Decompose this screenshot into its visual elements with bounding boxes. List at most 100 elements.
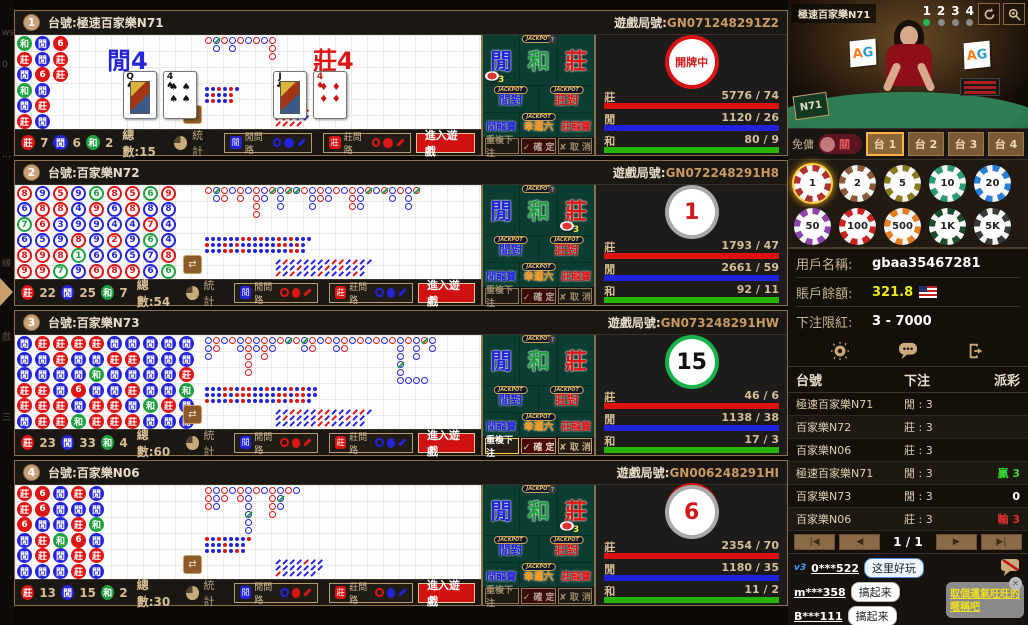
bet-lucky-six-cell[interactable]: JACKPOT幸運六 [519, 413, 556, 437]
enter-game-button[interactable]: 進入遊戲 [418, 583, 475, 603]
ask-road-banker-button[interactable]: 莊莊問路 [329, 283, 413, 303]
repeat-bet-button[interactable]: 重複下注 [485, 438, 519, 454]
chip-10[interactable]: 10 [929, 165, 966, 202]
chip-5[interactable]: 5 [884, 165, 921, 202]
stats-label[interactable]: 統計 [204, 277, 224, 309]
bet-player-cell[interactable]: 閒 [483, 335, 519, 385]
road-flip-button[interactable]: ⇄ [183, 405, 202, 424]
us-flag-icon[interactable] [919, 286, 937, 298]
first-page-button[interactable]: |◀ [794, 534, 835, 550]
chat-username[interactable]: B***111 [794, 610, 843, 623]
bet-banker-cell[interactable]: 莊3 [557, 485, 594, 535]
bet-player-cell[interactable]: 閒 [483, 185, 519, 235]
bet-player-cell[interactable]: 閒3 [483, 35, 519, 85]
bet-tie-cell[interactable]: JACKPOT?和 [519, 485, 556, 535]
stats-label[interactable]: 統計 [204, 577, 224, 609]
enter-game-button[interactable]: 進入遊戲 [416, 133, 475, 153]
bet-banker-dragon-cell[interactable]: 莊龍寶 [557, 113, 594, 137]
chip-100[interactable]: 100 [839, 208, 876, 245]
chat-username[interactable]: 0***522 [811, 562, 859, 575]
stats-label[interactable]: 統計 [192, 127, 213, 159]
confirm-button[interactable]: ✓ 確 定 [521, 588, 555, 604]
chip-5K[interactable]: 5K [974, 208, 1011, 245]
ask-road-player-button[interactable]: 閒閒問路 [234, 433, 318, 453]
bet-player-pair-cell[interactable]: JACKPOT閒對 [483, 386, 538, 412]
bet-lucky-six-cell[interactable]: JACKPOT幸運六 [519, 263, 556, 287]
zoom-video-icon[interactable] [1003, 3, 1025, 25]
bet-banker-cell[interactable]: 莊3 [557, 185, 594, 235]
confirm-button[interactable]: ✓ 確 定 [521, 138, 555, 154]
stats-label[interactable]: 統計 [204, 427, 224, 459]
ask-road-banker-button[interactable]: 莊莊問路 [329, 433, 413, 453]
desk-tab-2[interactable]: 台 2 [908, 132, 944, 156]
bet-player-cell[interactable]: 閒 [483, 485, 519, 535]
bet-banker-dragon-cell[interactable]: 莊龍寶 [557, 563, 594, 587]
exit-door-icon[interactable] [963, 340, 989, 362]
notice-close-icon[interactable]: ✕ [1009, 577, 1022, 590]
bet-player-pair-cell[interactable]: JACKPOT閒對 [483, 536, 538, 562]
cancel-button[interactable]: ✘ 取 消 [558, 288, 592, 304]
bet-lucky-six-cell[interactable]: JACKPOT幸運六 [519, 113, 556, 137]
cancel-button[interactable]: ✘ 取 消 [558, 438, 592, 454]
settings-gear-icon[interactable] [827, 340, 853, 362]
confirm-button[interactable]: ✓ 確 定 [521, 288, 555, 304]
last-page-button[interactable]: ▶| [981, 534, 1022, 550]
chip-1[interactable]: 1 [794, 165, 831, 202]
stats-pie-icon[interactable] [186, 436, 198, 450]
bet-player-pair-cell[interactable]: JACKPOT閒對 [483, 86, 538, 112]
stats-pie-icon[interactable] [186, 286, 198, 300]
enter-game-button[interactable]: 進入遊戲 [418, 433, 475, 453]
chat-username[interactable]: m***358 [794, 586, 846, 599]
ask-road-player-button[interactable]: 閒閒問路 [234, 583, 318, 603]
desk-tab-1[interactable]: 台 1 [866, 132, 904, 156]
drawer-handle-icon[interactable] [0, 278, 13, 306]
refresh-icon[interactable] [978, 3, 1000, 25]
cancel-button[interactable]: ✘ 取 消 [558, 138, 592, 154]
camera-2[interactable]: 2 [937, 4, 945, 26]
enter-game-button[interactable]: 進入遊戲 [418, 283, 475, 303]
cancel-button[interactable]: ✘ 取 消 [558, 588, 592, 604]
camera-1[interactable]: 1 [923, 4, 931, 26]
chip-500[interactable]: 500 [884, 208, 921, 245]
road-flip-button[interactable]: ⇄ [183, 555, 202, 574]
repeat-bet-button[interactable]: 重複下注 [485, 288, 519, 304]
repeat-bet-button[interactable]: 重複下注 [485, 138, 519, 154]
bet-banker-pair-cell[interactable]: JACKPOT莊對 [538, 386, 594, 412]
bet-banker-pair-cell[interactable]: JACKPOT莊對 [538, 236, 594, 262]
ask-road-banker-button[interactable]: 莊莊問路 [329, 583, 413, 603]
desk-tab-4[interactable]: 台 4 [988, 132, 1024, 156]
chat-bubble-icon[interactable] [895, 340, 921, 362]
bet-banker-pair-cell[interactable]: JACKPOT莊對 [538, 536, 594, 562]
bet-tie-cell[interactable]: JACKPOT?和 [519, 35, 556, 85]
bet-tie-cell[interactable]: JACKPOT?和 [519, 185, 556, 235]
chip-20[interactable]: 20 [974, 165, 1011, 202]
desk-tab-3[interactable]: 台 3 [948, 132, 984, 156]
stats-pie-icon[interactable] [186, 586, 198, 600]
bet-player-dragon-cell[interactable]: 閒龍寶 [483, 413, 519, 437]
bet-lucky-six-cell[interactable]: JACKPOT幸運六 [519, 563, 556, 587]
camera-3[interactable]: 3 [951, 4, 959, 26]
help-icon[interactable]: ? [548, 485, 557, 494]
chip-1K[interactable]: 1K [929, 208, 966, 245]
next-page-button[interactable]: ▶ [936, 534, 977, 550]
help-icon[interactable]: ? [548, 335, 557, 344]
bet-banker-dragon-cell[interactable]: 莊龍寶 [557, 413, 594, 437]
chip-50[interactable]: 50 [794, 208, 831, 245]
stats-pie-icon[interactable] [174, 136, 187, 150]
chip-2[interactable]: 2 [839, 165, 876, 202]
ask-road-player-button[interactable]: 閒閒問路 [234, 283, 318, 303]
prev-page-button[interactable]: ◀ [839, 534, 880, 550]
repeat-bet-button[interactable]: 重複下注 [485, 588, 519, 604]
bet-tie-cell[interactable]: JACKPOT?和 [519, 335, 556, 385]
bet-banker-dragon-cell[interactable]: 莊龍寶 [557, 263, 594, 287]
confirm-button[interactable]: ✓ 確 定 [521, 438, 555, 454]
help-icon[interactable]: ? [548, 185, 557, 194]
bet-banker-cell[interactable]: 莊 [557, 35, 594, 85]
camera-4[interactable]: 4 [966, 4, 974, 26]
ask-road-banker-button[interactable]: 莊莊問路 [323, 133, 411, 153]
ask-road-player-button[interactable]: 閒閒問路 [224, 133, 312, 153]
bet-banker-pair-cell[interactable]: JACKPOT莊對 [538, 86, 594, 112]
help-icon[interactable]: ? [548, 35, 557, 44]
commission-toggle[interactable]: 關 [818, 134, 862, 154]
bet-player-pair-cell[interactable]: JACKPOT閒對 [483, 236, 538, 262]
